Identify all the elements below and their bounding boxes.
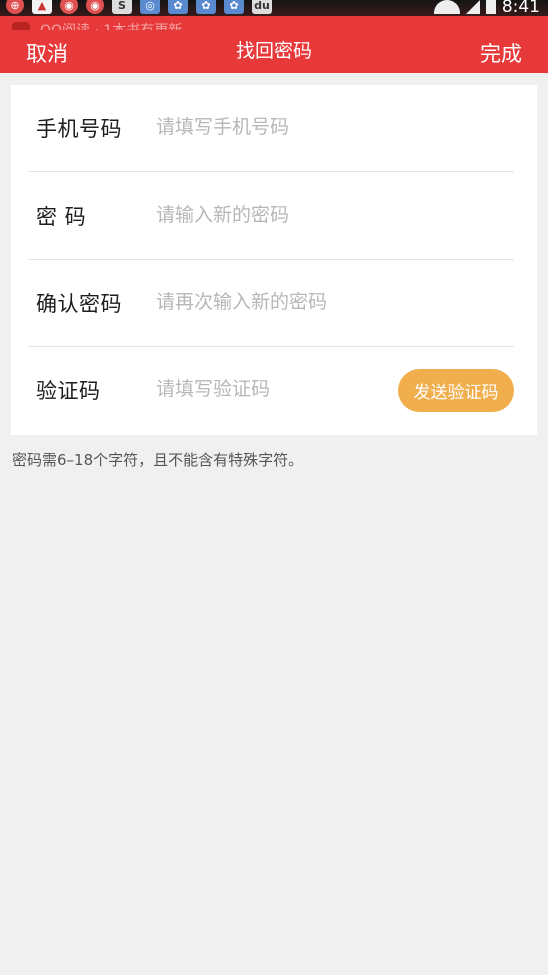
phone-row: 手机号码 bbox=[28, 85, 514, 172]
password-input[interactable] bbox=[156, 195, 386, 235]
browser-icon: ◎ bbox=[140, 0, 160, 14]
send-code-button[interactable]: 发送验证码 bbox=[398, 369, 514, 412]
confirm-password-input[interactable] bbox=[156, 282, 386, 322]
baidu-icon: ✿ bbox=[224, 0, 244, 14]
notification-peek: QQ阅读 · 1本书有更新 bbox=[0, 16, 548, 30]
signal-icon bbox=[465, 0, 480, 14]
phone-label: 手机号码 bbox=[36, 117, 122, 141]
notification-text: QQ阅读 · 1本书有更新 bbox=[40, 20, 182, 30]
battery-icon bbox=[485, 0, 496, 14]
confirm-password-row: 确认密码 bbox=[28, 260, 514, 347]
verification-code-row: 验证码 发送验证码 bbox=[28, 347, 514, 434]
done-button[interactable]: 完成 bbox=[480, 38, 522, 68]
phone-input[interactable] bbox=[156, 107, 386, 147]
weibo-icon: ◉ bbox=[86, 0, 104, 14]
header-bar: 取消 找回密码 完成 bbox=[0, 30, 548, 73]
verification-code-label: 验证码 bbox=[36, 379, 101, 403]
verification-code-input[interactable] bbox=[156, 369, 356, 409]
image-icon: ▲ bbox=[32, 0, 52, 14]
confirm-password-label: 确认密码 bbox=[36, 292, 122, 316]
password-row: 密 码 bbox=[28, 173, 514, 260]
password-rule-hint: 密码需6–18个字符，且不能含有特殊字符。 bbox=[12, 451, 304, 469]
wifi-icon bbox=[433, 0, 460, 14]
notification-icons: ⊕ ▲ ◉ ◉ S ◎ ✿ ✿ ✿ du bbox=[6, 0, 272, 14]
baidu-icon: ✿ bbox=[168, 0, 188, 14]
password-label: 密 码 bbox=[36, 205, 87, 229]
app-icon: ⊕ bbox=[6, 0, 24, 14]
page-title: 找回密码 bbox=[235, 40, 312, 62]
weibo-icon: ◉ bbox=[60, 0, 78, 14]
baidu-icon: ✿ bbox=[196, 0, 216, 14]
system-status: 8:41 bbox=[433, 0, 540, 16]
clock: 8:41 bbox=[501, 0, 540, 16]
du-app-icon: du bbox=[252, 0, 272, 14]
qq-reader-icon bbox=[12, 22, 30, 30]
reset-password-form: 手机号码 密 码 确认密码 验证码 发送验证码 bbox=[11, 85, 537, 435]
status-bar: ⊕ ▲ ◉ ◉ S ◎ ✿ ✿ ✿ du 8:41 bbox=[0, 0, 548, 16]
s-app-icon: S bbox=[112, 0, 132, 14]
